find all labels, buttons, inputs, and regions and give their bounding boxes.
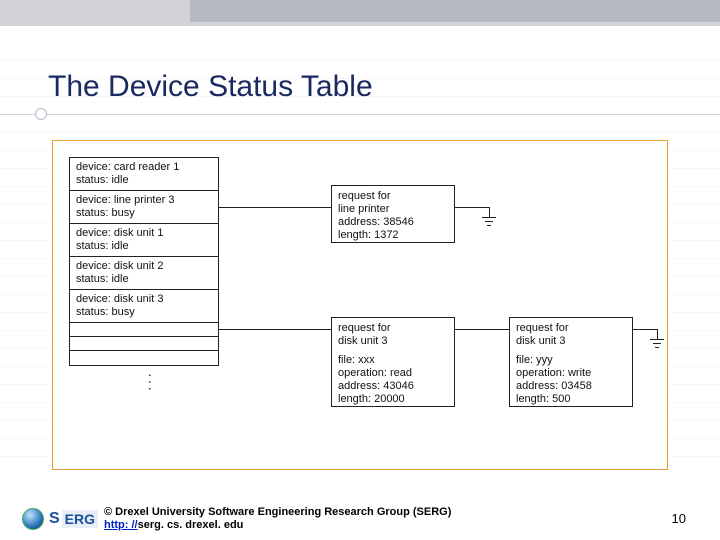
connector-line <box>455 329 509 330</box>
request-line: length: 20000 <box>338 393 448 406</box>
globe-icon <box>22 508 44 530</box>
connector-line <box>219 329 331 330</box>
request-line: file: yyy <box>516 354 626 367</box>
ellipsis-vertical-icon: ··· <box>143 373 159 393</box>
device-name: device: line printer 3 <box>76 194 212 207</box>
connector-line <box>219 207 331 208</box>
connector-line <box>633 329 657 330</box>
slide-footer: S ERG © Drexel University Software Engin… <box>0 496 720 540</box>
title-accent-circle <box>35 108 47 120</box>
device-status-list: device: card reader 1 status: idle devic… <box>69 157 219 366</box>
request-line: address: 43046 <box>338 380 448 393</box>
device-status: status: idle <box>76 273 212 286</box>
device-status: status: busy <box>76 306 212 319</box>
request-box-disk-read: request for disk unit 3 file: xxx operat… <box>331 317 455 407</box>
device-status: status: busy <box>76 207 212 220</box>
slide-top-bar-inner <box>190 0 720 22</box>
device-status-diagram: device: card reader 1 status: idle devic… <box>52 140 668 470</box>
terminator-icon <box>482 217 496 229</box>
device-cell: device: disk unit 3 status: busy <box>70 290 218 323</box>
page-number: 10 <box>672 511 686 526</box>
device-name: device: disk unit 1 <box>76 227 212 240</box>
request-line: operation: read <box>338 367 448 380</box>
device-cell: device: card reader 1 status: idle <box>70 158 218 191</box>
device-cell-blank <box>70 337 218 351</box>
request-line: request for <box>338 190 448 203</box>
request-line: address: 38546 <box>338 216 448 229</box>
device-name: device: disk unit 2 <box>76 260 212 273</box>
request-box-disk-write: request for disk unit 3 file: yyy operat… <box>509 317 633 407</box>
copyright-text: © Drexel University Software Engineering… <box>104 506 451 519</box>
request-line: file: xxx <box>338 354 448 367</box>
request-line: disk unit 3 <box>338 335 448 348</box>
device-cell: device: disk unit 1 status: idle <box>70 224 218 257</box>
device-cell: device: line printer 3 status: busy <box>70 191 218 224</box>
device-status: status: idle <box>76 240 212 253</box>
device-name: device: disk unit 3 <box>76 293 212 306</box>
url-prefix: http: // <box>104 519 138 531</box>
device-name: device: card reader 1 <box>76 161 212 174</box>
terminator-icon <box>650 339 664 351</box>
connector-line <box>489 207 490 217</box>
logo-letter-s: S <box>49 510 60 528</box>
request-line: address: 03458 <box>516 380 626 393</box>
url-rest: serg. cs. drexel. edu <box>138 519 244 531</box>
request-line: length: 500 <box>516 393 626 406</box>
device-cell-blank <box>70 351 218 365</box>
request-line: disk unit 3 <box>516 335 626 348</box>
serg-logo: S ERG <box>22 508 98 530</box>
request-box-line-printer: request for line printer address: 38546 … <box>331 185 455 243</box>
slide-title: The Device Status Table <box>48 70 373 104</box>
slide-top-bar <box>0 0 720 26</box>
device-cell: device: disk unit 2 status: idle <box>70 257 218 290</box>
request-line: line printer <box>338 203 448 216</box>
footer-url[interactable]: http: //serg. cs. drexel. edu <box>104 519 451 532</box>
footer-link[interactable]: http: // <box>104 519 138 531</box>
request-line: request for <box>516 322 626 335</box>
device-status: status: idle <box>76 174 212 187</box>
device-cell-blank <box>70 323 218 337</box>
request-line: request for <box>338 322 448 335</box>
request-line: length: 1372 <box>338 229 448 242</box>
title-underline <box>0 114 720 115</box>
connector-line <box>455 207 489 208</box>
request-line: operation: write <box>516 367 626 380</box>
connector-line <box>657 329 658 339</box>
logo-letters-erg: ERG <box>62 510 98 528</box>
footer-credits: © Drexel University Software Engineering… <box>104 506 451 532</box>
